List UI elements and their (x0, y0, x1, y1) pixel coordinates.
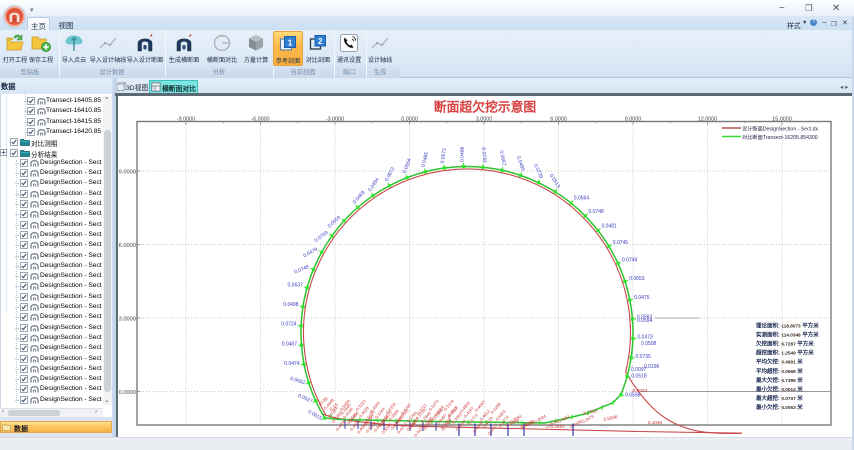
svg-text:0.0000: 0.0000 (119, 390, 136, 396)
svg-text:0.0664: 0.0664 (402, 158, 413, 175)
svg-text:超挖面积: 1.2549 平方米: 超挖面积: 1.2549 平方米 (755, 349, 814, 357)
svg-text:0.0196: 0.0196 (644, 364, 660, 370)
svg-text:15.0000: 15.0000 (772, 117, 792, 123)
svg-text:0.0672: 0.0672 (384, 166, 397, 183)
svg-text:6.0000: 6.0000 (550, 117, 567, 123)
svg-text:最大超挖: 0.0707 米: 最大超挖: 0.0707 米 (756, 394, 803, 402)
svg-text:对比断面Transect-16205.854300: 对比断面Transect-16205.854300 (742, 133, 818, 141)
svg-text:0.0653: 0.0653 (629, 276, 645, 282)
svg-text:0.0748: 0.0748 (589, 209, 605, 215)
svg-text:0.0559: 0.0559 (327, 215, 343, 230)
svg-text:0.1046: 0.1046 (648, 420, 662, 425)
svg-text:断面超欠挖示意图: 断面超欠挖示意图 (434, 100, 536, 115)
svg-text:0.0474: 0.0474 (284, 361, 300, 367)
svg-text:0.0652: 0.0652 (289, 376, 306, 386)
svg-text:最小欠挖: 0.0014 米: 最小欠挖: 0.0014 米 (756, 385, 803, 393)
svg-text:0.0494: 0.0494 (367, 177, 381, 193)
svg-text:理论面积: 118.8073 平方米: 理论面积: 118.8073 平方米 (756, 322, 819, 330)
svg-text:0.0479: 0.0479 (302, 246, 318, 259)
svg-text:9.0000: 9.0000 (625, 117, 642, 123)
svg-text:0.0594: 0.0594 (637, 318, 653, 324)
svg-text:平均欠挖: 0.4991 米: 平均欠挖: 0.4991 米 (756, 358, 803, 366)
svg-text:0.0508: 0.0508 (641, 341, 657, 347)
svg-text:0.0513: 0.0513 (548, 173, 561, 189)
svg-text:0.0732: 0.0732 (480, 147, 487, 163)
svg-text:0.0527: 0.0527 (297, 393, 314, 405)
svg-text:0.0518: 0.0518 (631, 374, 647, 380)
svg-text:0.0749: 0.0749 (622, 258, 638, 264)
svg-text:0.0473: 0.0473 (637, 335, 653, 341)
svg-text:0.0724: 0.0724 (281, 322, 297, 328)
svg-text:0.0487: 0.0487 (282, 342, 298, 348)
svg-text:平均超挖: 0.0568 米: 平均超挖: 0.0568 米 (756, 367, 803, 375)
svg-text:3.0000: 3.0000 (119, 316, 136, 322)
svg-text:0.0667: 0.0667 (498, 150, 507, 166)
svg-text:设计断面DesignSection - Sect.dx: 设计断面DesignSection - Sect.dx (742, 124, 819, 132)
svg-text:最小欠挖: 0.0063 米: 最小欠挖: 0.0063 米 (756, 403, 803, 411)
svg-text:最大欠挖: 0.7395 米: 最大欠挖: 0.7395 米 (756, 376, 803, 384)
svg-text:0.0475: 0.0475 (634, 295, 650, 301)
svg-text:12.0000: 12.0000 (698, 117, 718, 123)
svg-text:-3.0000: -3.0000 (326, 117, 344, 123)
svg-text:欠挖面积: 6.7287 平方米: 欠挖面积: 6.7287 平方米 (756, 340, 814, 348)
svg-text:9.0000: 9.0000 (119, 169, 136, 175)
svg-text:0.0735: 0.0735 (636, 354, 652, 360)
svg-text:3.0000: 3.0000 (476, 117, 493, 123)
svg-text:-6.0000: -6.0000 (251, 117, 269, 123)
svg-text:实测面积: 114.0348 平方米: 实测面积: 114.0348 平方米 (756, 331, 819, 339)
svg-text:0.0564: 0.0564 (574, 196, 590, 202)
svg-text:0.5946: 0.5946 (603, 414, 618, 422)
svg-text:0.0469: 0.0469 (352, 190, 367, 206)
svg-text:-0.0034: -0.0034 (631, 388, 648, 394)
svg-text:-9.0000: -9.0000 (177, 117, 195, 123)
svg-text:0.0637: 0.0637 (288, 283, 304, 289)
svg-text:6.0000: 6.0000 (119, 243, 136, 249)
svg-text:-0.2581: -0.2581 (549, 424, 565, 429)
svg-text:0.0485: 0.0485 (421, 151, 431, 168)
svg-text:0.0496: 0.0496 (460, 146, 466, 162)
svg-text:0.0097: 0.0097 (631, 367, 647, 373)
svg-text:0.0481: 0.0481 (602, 224, 618, 230)
svg-text:0.0498: 0.0498 (283, 302, 299, 308)
svg-text:0.0745: 0.0745 (613, 240, 629, 246)
svg-text:0.0573: 0.0573 (440, 148, 448, 164)
svg-text:0.0000: 0.0000 (401, 117, 418, 123)
svg-text:0.0748: 0.0748 (294, 264, 311, 275)
svg-text:0.0480: 0.0480 (515, 155, 526, 172)
